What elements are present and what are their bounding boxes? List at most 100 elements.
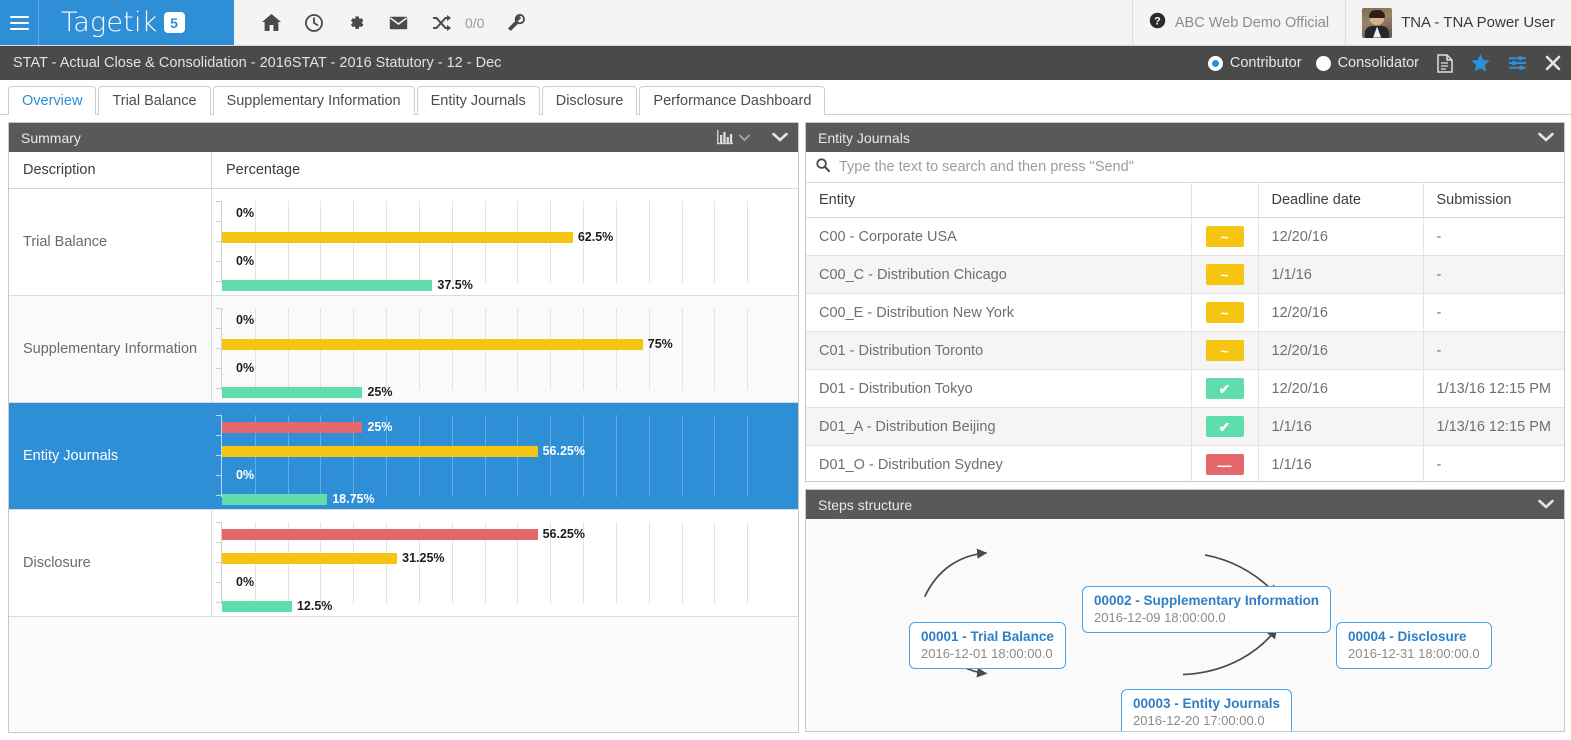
tab-entity-journals[interactable]: Entity Journals [416,86,540,115]
top-bar: Tagetik 5 0/0 ? ABC Web Demo Official TN… [0,0,1571,46]
tab-performance-dashboard[interactable]: Performance Dashboard [639,86,826,115]
status-badge-pending: ~ [1205,340,1244,361]
bar-value-label: 12.5% [296,599,333,613]
bar-red: 0% [212,308,790,332]
steps-structure-panel: Steps structure 00001 - Trial Balance 20… [805,489,1565,732]
cell-submission: - [1423,445,1564,481]
bar-value-label: 75% [647,337,673,351]
entity-journals-collapse-chevron-icon[interactable] [1538,132,1554,143]
document-icon[interactable] [1437,53,1453,73]
row-description: Supplementary Information [9,296,212,402]
step-node-00001[interactable]: 00001 - Trial Balance 2016-12-01 18:00:0… [909,622,1066,669]
entity-journals-panel: Entity Journals Entity Deadline dat [805,122,1565,482]
gear-icon[interactable] [347,14,365,32]
role-radio-consolidator[interactable]: Consolidator [1315,55,1419,71]
cell-submission: - [1423,255,1564,294]
steps-diagram: 00001 - Trial Balance 2016-12-01 18:00:0… [806,519,1564,731]
step-node-title: 00001 - Trial Balance [921,629,1054,644]
status-badge-blocked: — [1205,454,1244,475]
tab-disclosure[interactable]: Disclosure [541,86,638,115]
step-node-00002[interactable]: 00002 - Supplementary Information 2016-1… [1082,586,1332,633]
company-selector[interactable]: ? ABC Web Demo Official [1131,0,1345,45]
user-menu[interactable]: TNA - TNA Power User [1345,0,1571,45]
bar-value-label: 56.25% [542,444,585,458]
right-column: Entity Journals Entity Deadline dat [805,122,1565,732]
table-row[interactable]: D01 - Distribution Tokyo ✔ 12/20/16 1/13… [806,369,1564,408]
table-header-row: Entity Deadline date Submission [806,183,1564,218]
tab-label: Performance Dashboard [653,93,812,109]
tab-label: Entity Journals [430,93,526,109]
table-row[interactable]: C00 - Corporate USA ~ 12/20/16 - [806,217,1564,256]
search-input[interactable] [839,159,1554,175]
table-row[interactable]: D01_A - Distribution Beijing ✔ 1/1/16 1/… [806,407,1564,446]
column-submission: Submission [1423,183,1564,218]
envelope-icon[interactable] [389,16,408,30]
bar-value-label: 62.5% [577,230,614,244]
cell-status: ✔ [1191,407,1259,446]
bar-value-label: 25% [367,385,393,399]
row-mini-chart: 56.25% 31.25% 0% 12.5% [212,510,798,616]
summary-col-percentage: Percentage [212,152,798,188]
top-bar-right: ? ABC Web Demo Official TNA - TNA Power … [1131,0,1571,45]
bar-yellow: 62.5% [212,225,790,249]
cell-deadline: 12/20/16 [1258,293,1424,332]
bar-blue: 0% [212,249,790,273]
cell-deadline: 1/1/16 [1258,407,1424,446]
step-node-00004[interactable]: 00004 - Disclosure 2016-12-31 18:00:00.0 [1336,622,1492,669]
cell-entity: D01_O - Distribution Sydney [806,445,1192,481]
tab-label: Trial Balance [112,93,197,109]
steps-structure-collapse-chevron-icon[interactable] [1538,499,1554,510]
summary-row-disclosure[interactable]: Disclosure 56.25% 31.25% 0% 12.5% [9,510,798,617]
summary-row-trial-balance[interactable]: Trial Balance 0% 62.5% 0% 37.5% [9,189,798,296]
summary-panel-header: Summary [9,123,798,152]
row-mini-chart: 0% 75% 0% 25% [212,296,798,402]
tab-trial-balance[interactable]: Trial Balance [98,86,211,115]
mini-bar-chart: 0% 62.5% 0% 37.5% [212,201,790,292]
task-count: 0/0 [465,14,485,31]
role-radio-contributor[interactable]: Contributor [1207,55,1302,71]
row-description: Trial Balance [9,189,212,295]
status-badge-pending: ~ [1205,302,1244,323]
chevron-down-small-icon[interactable] [739,134,750,142]
close-icon[interactable] [1545,55,1561,71]
table-row[interactable]: D01_O - Distribution Sydney — 1/1/16 - [806,445,1564,481]
summary-row-supplementary-information[interactable]: Supplementary Information 0% 75% 0% 25% [9,296,798,403]
wrench-icon[interactable] [508,14,526,31]
table-row[interactable]: C01 - Distribution Toronto ~ 12/20/16 - [806,331,1564,370]
bar-blue: 0% [212,570,790,594]
table-row[interactable]: C00_C - Distribution Chicago ~ 1/1/16 - [806,255,1564,294]
menu-toggle-button[interactable] [0,0,38,45]
bar-green: 37.5% [212,273,790,297]
bar-chart-icon[interactable] [717,130,733,145]
summary-row-entity-journals[interactable]: Entity Journals 25% 56.25% 0% 18.75% [9,403,798,510]
tab-supplementary-information[interactable]: Supplementary Information [212,86,415,115]
tab-label: Disclosure [555,93,624,109]
entity-journals-search-bar[interactable] [806,152,1564,183]
shuffle-icon[interactable] [432,14,451,31]
cell-submission: 1/13/16 12:15 PM [1423,369,1564,408]
status-badge-pending: ~ [1205,226,1244,247]
step-node-title: 00003 - Entity Journals [1133,696,1281,711]
role-label-contributor: Contributor [1229,55,1302,71]
table-row[interactable]: C00_E - Distribution New York ~ 12/20/16… [806,293,1564,332]
bar-red: 25% [212,415,790,439]
cell-status: ~ [1191,217,1259,256]
step-node-00003[interactable]: 00003 - Entity Journals 2016-12-20 17:00… [1121,689,1293,731]
cell-submission: - [1423,331,1564,370]
bar-value-label: 0% [236,313,255,327]
bar-yellow: 75% [212,332,790,356]
filter-sliders-icon[interactable] [1508,55,1527,71]
bar-blue: 0% [212,356,790,380]
summary-collapse-chevron-icon[interactable] [772,132,788,143]
help-circle-icon[interactable]: ? [1149,12,1166,34]
clock-icon[interactable] [305,13,323,32]
bar-value-label: 25% [367,420,393,434]
tab-overview[interactable]: Overview [8,86,97,115]
cell-status: ~ [1191,293,1259,332]
radio-indicator-contributor [1207,55,1223,71]
star-icon[interactable] [1471,54,1490,72]
summary-column: Summary Description Percentage Trial Bal… [8,122,799,733]
cell-status: ~ [1191,255,1259,294]
home-icon[interactable] [262,14,281,31]
column-label: Description [23,162,96,178]
